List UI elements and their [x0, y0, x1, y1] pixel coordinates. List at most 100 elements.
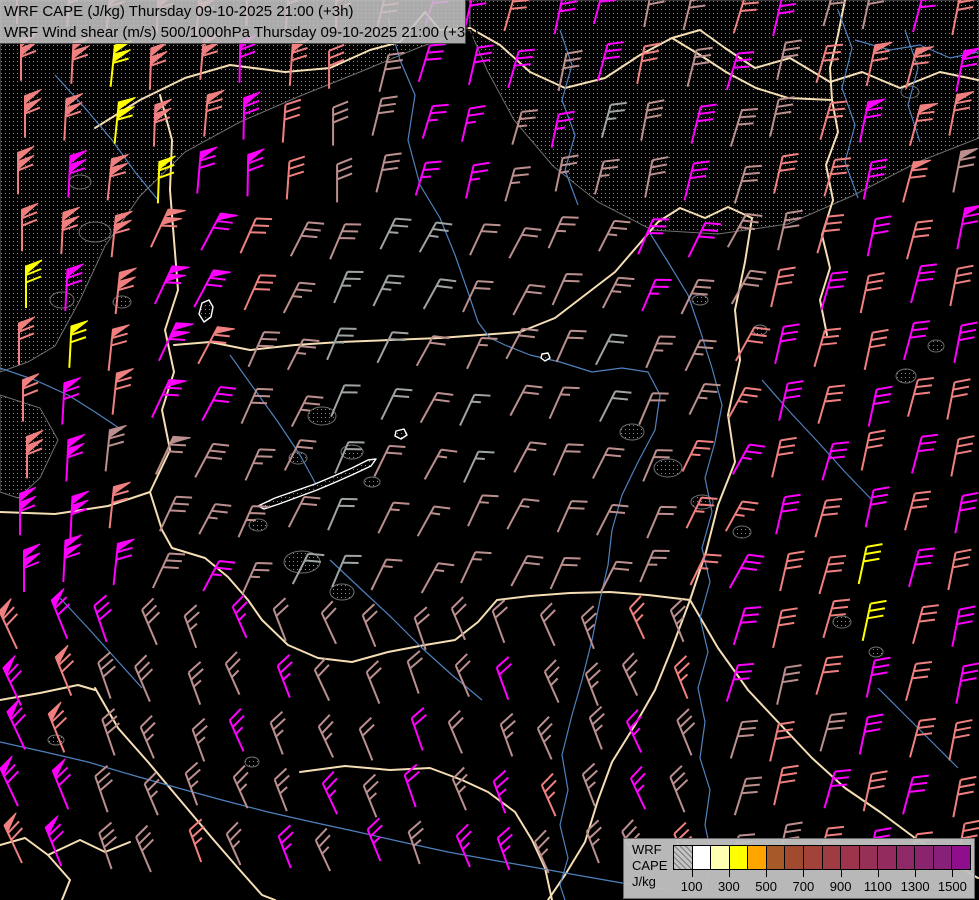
wind-barb — [269, 710, 286, 755]
wind-barb-staff — [628, 595, 646, 640]
legend-labels: WRF CAPE J/kg — [632, 842, 667, 890]
wind-barb-staff — [669, 765, 689, 813]
wind-barb — [6, 698, 27, 750]
cape-stipple-layer — [0, 0, 979, 768]
wind-barb — [406, 650, 423, 694]
wind-barb — [949, 264, 974, 307]
wind-barb-staff — [416, 505, 451, 537]
wind-barb-staff — [139, 715, 156, 759]
wind-barb-staff — [673, 655, 690, 699]
colorbar-tick — [691, 870, 693, 877]
wind-barb — [224, 651, 241, 696]
wind-barb — [317, 714, 335, 758]
wind-barb-staff — [111, 372, 132, 415]
wind-barb-staff — [277, 824, 294, 869]
wind-barb — [47, 701, 68, 753]
wind-barb-staff — [779, 550, 805, 592]
wind-barb — [776, 664, 802, 705]
wind-barb-staff — [906, 219, 933, 260]
wind-barb-staff — [317, 714, 335, 758]
wind-barb-staff — [621, 652, 639, 697]
wind-barb-staff — [112, 543, 133, 586]
wind-barb-staff — [406, 650, 423, 694]
wind-barb — [549, 556, 581, 590]
wind-barb — [333, 270, 364, 304]
colorbar-tick — [728, 870, 730, 877]
wind-barb-staff — [243, 274, 277, 311]
wind-barb — [371, 95, 398, 136]
wind-barb-staff — [629, 765, 647, 810]
wind-barb-staff — [861, 599, 887, 642]
wind-barb-staff — [774, 323, 800, 365]
wind-barb — [243, 274, 277, 311]
colorbar-cell — [878, 846, 897, 869]
wind-barb — [596, 503, 629, 536]
wind-barb — [273, 767, 290, 812]
wind-barb — [539, 602, 556, 647]
wind-barb-staff — [239, 217, 273, 254]
wind-barb — [447, 710, 464, 754]
wind-barb — [595, 333, 628, 366]
wind-barb — [599, 390, 632, 423]
wind-barb — [865, 656, 891, 698]
colorbar-tick-label: 1500 — [937, 879, 967, 894]
wind-barb — [954, 491, 979, 534]
river — [647, 229, 723, 891]
wind-barb-staff — [543, 659, 560, 704]
wind-barb — [68, 320, 89, 368]
wind-barb — [867, 385, 893, 427]
colorbar-cell — [748, 846, 767, 869]
wind-barb — [462, 280, 494, 313]
wind-barb — [461, 105, 486, 142]
wind-barb-staff — [184, 761, 201, 806]
wind-barb-staff — [819, 712, 848, 752]
wind-barb — [421, 103, 449, 139]
wind-barb-staff — [908, 547, 935, 588]
wind-barb-staff — [371, 95, 398, 136]
wind-barb — [198, 503, 232, 535]
wind-barb-staff — [361, 603, 378, 648]
colorbar-tick-label: 500 — [755, 879, 777, 894]
wind-barb — [231, 594, 248, 639]
wind-barb — [684, 339, 717, 372]
cape-stipple-spot — [363, 476, 381, 488]
wind-barb-staff — [469, 223, 501, 256]
wind-barb — [19, 486, 37, 536]
wind-barb — [150, 379, 187, 419]
wind-barb — [688, 383, 721, 416]
wind-barb — [509, 384, 543, 417]
wind-barb — [733, 776, 763, 816]
wind-barb-staff — [135, 824, 155, 873]
wind-barb-staff — [863, 328, 889, 371]
wind-barb — [866, 215, 892, 257]
wind-barb — [513, 441, 547, 473]
wind-barb — [157, 322, 194, 362]
wind-barb — [327, 497, 358, 531]
wind-barb-staff — [950, 435, 975, 477]
wind-barb-staff — [461, 105, 486, 142]
wind-barb — [379, 217, 412, 250]
wind-barb-staff — [276, 654, 293, 698]
wind-barb-staff — [373, 444, 406, 477]
wind-barb — [358, 716, 375, 761]
wind-barb — [536, 716, 553, 760]
wind-barb — [491, 599, 508, 644]
wind-barb-staff — [505, 327, 539, 360]
wind-barb — [232, 764, 249, 809]
wind-barb-staff — [946, 378, 971, 420]
cape-legend: WRF CAPE J/kg 100 300 500 700 900 1100 1300 150… — [623, 838, 975, 899]
wind-barb — [950, 435, 975, 477]
wind-barb — [732, 606, 762, 646]
wind-barb-staff — [94, 764, 113, 813]
wind-barb-staff — [313, 657, 331, 702]
wind-barb-staff — [865, 656, 891, 698]
wind-barb-staff — [815, 655, 844, 695]
colorbar-cell — [915, 846, 934, 869]
wind-barb — [465, 161, 490, 199]
wind-barb — [818, 554, 847, 595]
wind-barb-staff — [912, 604, 939, 645]
wind-barb-staff — [459, 393, 491, 427]
wind-barb-staff — [336, 157, 353, 203]
wind-barb-staff — [289, 221, 325, 257]
wind-barb — [97, 651, 116, 699]
